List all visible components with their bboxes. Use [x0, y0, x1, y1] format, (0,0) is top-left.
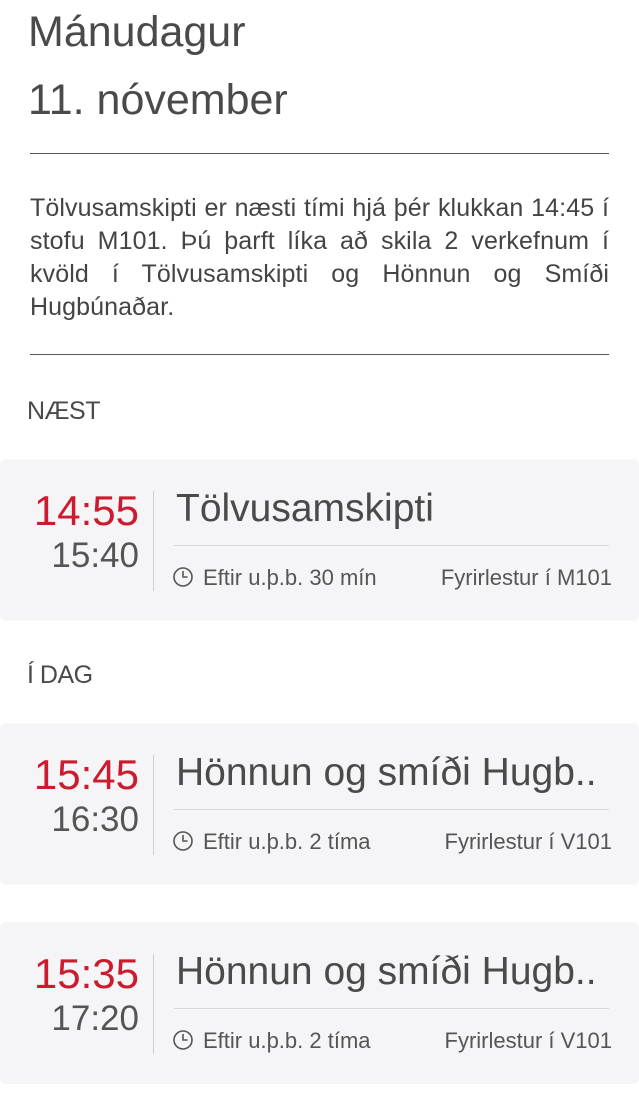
location-text: Fyrirlestur í V101 — [444, 829, 613, 854]
clock-icon — [173, 567, 193, 587]
location-text: Fyrirlestur í M101 — [440, 565, 612, 590]
card-divider — [174, 1008, 609, 1009]
class-title: Hönnun og smíði Hugb.. — [176, 950, 597, 993]
class-title: Hönnun og smíði Hugb.. — [176, 751, 597, 794]
time-separator — [153, 954, 154, 1054]
end-time: 16:30 — [51, 800, 139, 839]
weekday-title: Mánudagur — [28, 8, 246, 56]
day-summary: Tölvusamskipti er næsti tími hjá þér klu… — [30, 194, 609, 321]
class-title: Tölvusamskipti — [176, 487, 434, 530]
time-separator — [153, 755, 154, 855]
card-divider — [174, 809, 609, 810]
card-divider — [174, 545, 609, 546]
end-time: 15:40 — [51, 536, 139, 575]
start-time: 14:55 — [33, 487, 139, 534]
start-time: 15:45 — [33, 751, 139, 798]
eta-text: Eftir u.þ.b. 2 tíma — [203, 1028, 371, 1053]
eta-text: Eftir u.þ.b. 30 mín — [203, 565, 377, 590]
class-card-today[interactable]: 15:45 16:30 Hönnun og smíði Hugb.. Eftir… — [0, 723, 639, 885]
class-card-today[interactable]: 15:35 17:20 Hönnun og smíði Hugb.. Eftir… — [0, 922, 639, 1084]
start-time: 15:35 — [33, 950, 139, 997]
section-label-today: Í DAG — [27, 661, 93, 689]
time-separator — [153, 491, 154, 591]
date-title: 11. nóvember — [28, 76, 288, 124]
divider — [30, 153, 609, 154]
section-label-next: NÆST — [27, 397, 101, 425]
eta-text: Eftir u.þ.b. 2 tíma — [203, 829, 371, 854]
location-text: Fyrirlestur í V101 — [444, 1028, 613, 1053]
class-card-next[interactable]: 14:55 15:40 Tölvusamskipti Eftir u.þ.b. … — [0, 459, 639, 621]
divider — [30, 354, 609, 355]
clock-icon — [173, 831, 193, 851]
end-time: 17:20 — [51, 999, 139, 1038]
clock-icon — [173, 1030, 193, 1050]
